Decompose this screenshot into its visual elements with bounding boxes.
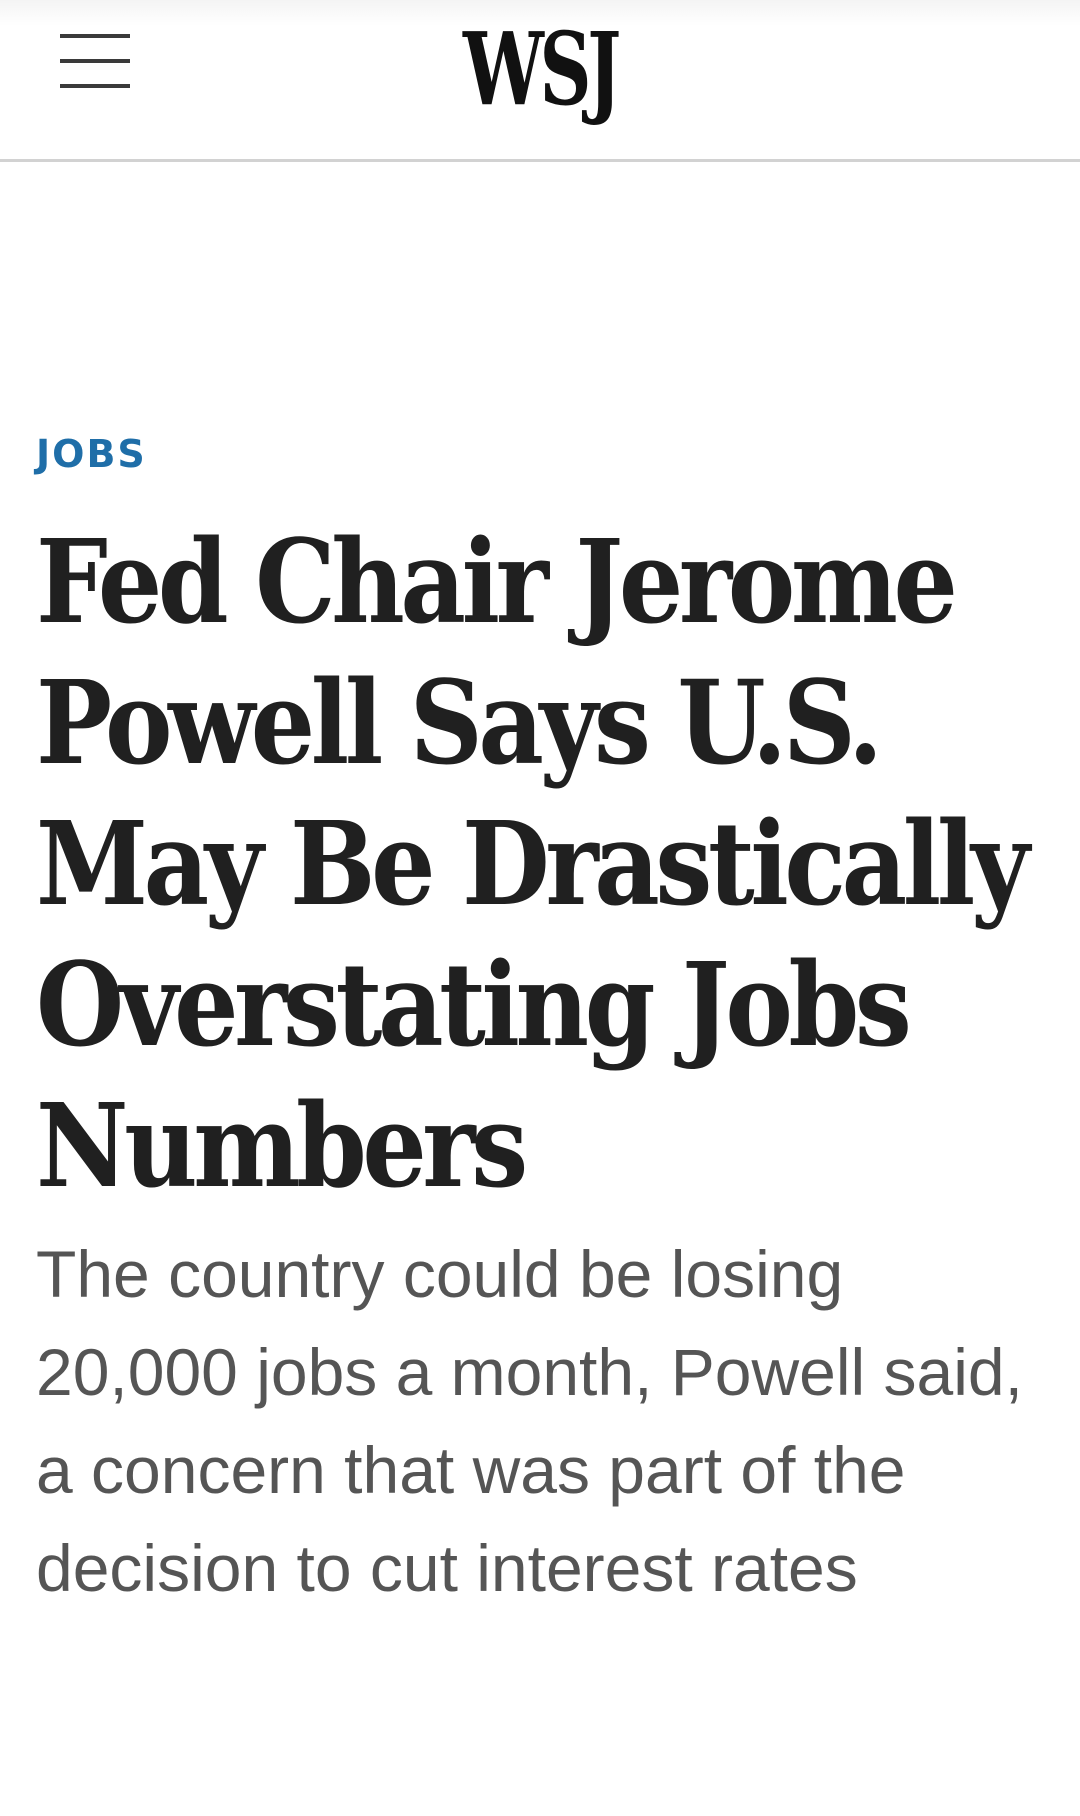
hamburger-menu-icon[interactable]	[52, 26, 138, 96]
article-header: JOBS Fed Chair Jerome Powell Says U.S. M…	[36, 430, 1046, 1617]
menu-line	[60, 34, 130, 38]
menu-line	[60, 84, 130, 88]
article-summary: The country could be losing 20,000 jobs …	[36, 1237, 1023, 1605]
menu-line	[60, 59, 130, 63]
wsj-logo[interactable]: WSJ	[396, 14, 684, 124]
article-headline: Fed Chair Jerome Powell Says U.S. May Be…	[36, 515, 1030, 1214]
top-navigation-bar: WSJ	[0, 0, 1080, 162]
article-category-link[interactable]: JOBS	[36, 430, 1046, 478]
